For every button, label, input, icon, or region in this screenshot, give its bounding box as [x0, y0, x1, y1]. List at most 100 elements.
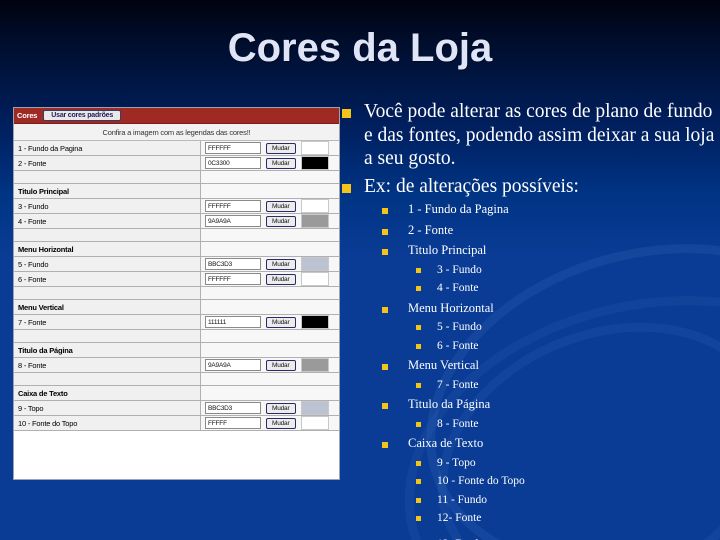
slide: Cores da Loja Cores Usar cores padrões C… — [0, 0, 720, 540]
bullet-level4-item: 7 - Fonte — [416, 377, 716, 394]
color-swatch — [301, 416, 330, 430]
bullet-text: 12- Fonte — [437, 512, 482, 524]
colors-toolbar: Cores Usar cores padrões — [14, 108, 339, 124]
row-label-cell — [14, 171, 201, 183]
row-control-cell: FFFFFF Mudar — [201, 199, 339, 213]
row-control-cell: BBC3D3 Mudar — [201, 401, 339, 415]
color-swatch — [301, 272, 330, 286]
change-color-button[interactable]: Mudar — [266, 258, 297, 270]
row-label-cell: Menu Horizontal — [14, 242, 201, 256]
colors-toolbar-label: Cores — [17, 111, 38, 120]
bullet-text: 6 - Fonte — [437, 339, 479, 352]
bullet-square-icon — [382, 403, 388, 409]
bullet-level3-item: Titulo da Página — [382, 396, 716, 414]
row-control-cell — [201, 171, 339, 183]
row-control-cell — [201, 184, 339, 198]
row-label-cell: 4 - Fonte — [14, 214, 201, 228]
bullet-square-icon — [342, 109, 351, 118]
bullet-text: 8 - Fonte — [437, 417, 479, 430]
bullet-level4-item: 8 - Fonte — [416, 416, 716, 433]
row-control-cell: 9A9A9A Mudar — [201, 358, 339, 372]
color-hex-input[interactable]: FFFFF — [205, 417, 261, 429]
bullet-text: Menu Vertical — [408, 358, 479, 372]
row-control-cell — [201, 300, 339, 314]
bullet-level4-item: 12- Fonte — [416, 510, 716, 527]
row-label-cell: 2 - Fonte — [14, 156, 201, 170]
bullet-gap — [338, 527, 716, 534]
table-section-row: Menu Horizontal — [14, 242, 339, 257]
color-hex-input[interactable]: 9A9A9A — [205, 215, 261, 227]
row-label-cell: Titulo da Página — [14, 343, 201, 357]
bullet-square-icon — [382, 208, 388, 214]
color-hex-input[interactable]: FFFFFF — [205, 142, 261, 154]
change-color-button[interactable]: Mudar — [266, 273, 297, 285]
change-color-button[interactable]: Mudar — [266, 402, 297, 414]
table-row: 3 - Fundo FFFFFF Mudar — [14, 199, 339, 214]
change-color-button[interactable]: Mudar — [266, 316, 297, 328]
change-color-button[interactable]: Mudar — [266, 215, 297, 227]
use-default-colors-button[interactable]: Usar cores padrões — [43, 110, 122, 121]
bullet-square-icon — [416, 516, 421, 521]
row-label-cell — [14, 287, 201, 299]
bullet-square-icon — [416, 343, 421, 349]
bullet-text: 13- Borda — [437, 536, 483, 540]
color-hex-input[interactable]: 111111 — [205, 316, 261, 328]
color-hex-input[interactable]: FFFFFF — [205, 200, 261, 212]
bullet-square-icon — [416, 421, 421, 427]
color-hex-input[interactable]: 9A9A9A — [205, 359, 261, 371]
row-control-cell: 0C3300 Mudar — [201, 156, 339, 170]
bullet-square-icon — [416, 497, 421, 503]
change-color-button[interactable]: Mudar — [266, 359, 297, 371]
change-color-button[interactable]: Mudar — [266, 417, 297, 429]
table-section-row: Titulo Principal — [14, 184, 339, 199]
bullet-level4-item: 3 - Fundo — [416, 262, 716, 279]
bullet-level3-item: Menu Horizontal — [382, 300, 716, 318]
row-label-cell — [14, 229, 201, 241]
table-row: 8 - Fonte 9A9A9A Mudar — [14, 358, 339, 373]
table-section-row: Menu Vertical — [14, 300, 339, 315]
change-color-button[interactable]: Mudar — [266, 200, 297, 212]
table-row-spacer — [14, 287, 339, 300]
change-color-button[interactable]: Mudar — [266, 157, 297, 169]
bullet-text: Titulo da Página — [408, 397, 491, 411]
table-row-spacer — [14, 373, 339, 386]
bullet-level3-item: Titulo Principal — [382, 242, 716, 260]
bullet-text: Titulo Principal — [408, 243, 487, 257]
color-hex-input[interactable]: 0C3300 — [205, 157, 261, 169]
table-section-row: Titulo da Página — [14, 343, 339, 358]
bullet-square-icon — [416, 479, 421, 484]
bullet-text: 4 - Fonte — [437, 282, 479, 294]
bullet-text: 9 - Topo — [437, 456, 476, 469]
color-hex-input[interactable]: BBC3D3 — [205, 402, 261, 414]
bullet-level4-item: 13- Borda — [416, 536, 716, 540]
row-label-cell: Titulo Principal — [14, 184, 201, 198]
bullet-text: 11 - Fundo — [437, 493, 488, 506]
row-control-cell: BBC3D3 Mudar — [201, 257, 339, 271]
color-hex-input[interactable]: BBC3D3 — [205, 258, 261, 270]
row-control-cell: FFFFFF Mudar — [201, 141, 339, 155]
row-label-cell — [14, 330, 201, 342]
color-swatch — [301, 315, 330, 329]
bullet-text: Caixa de Texto — [408, 436, 484, 450]
row-label-cell: 7 - Fonte — [14, 315, 201, 329]
color-swatch — [301, 401, 330, 415]
bullet-level1-text: Você pode alterar as cores de plano de f… — [364, 101, 715, 169]
bullet-level1-text: Ex: de alterações possíveis: — [364, 175, 579, 197]
bullet-square-icon — [382, 364, 388, 370]
colors-caption: Confira a imagem com as legendas das cor… — [14, 124, 339, 141]
change-color-button[interactable]: Mudar — [266, 142, 297, 154]
bullet-level3-item: Caixa de Texto — [382, 435, 716, 453]
bullet-square-icon — [382, 442, 388, 448]
bullet-square-icon — [382, 306, 388, 313]
bullet-text: 3 - Fundo — [437, 263, 482, 276]
bullet-square-icon — [416, 286, 421, 291]
bullet-square-icon — [382, 249, 388, 255]
row-control-cell: 9A9A9A Mudar — [201, 214, 339, 228]
bullet-square-icon — [342, 183, 351, 193]
bullet-square-icon — [416, 267, 421, 273]
row-control-cell — [201, 287, 339, 299]
color-hex-input[interactable]: FFFFFF — [205, 273, 261, 285]
row-label-cell: 6 - Fonte — [14, 272, 201, 286]
bullet-level3-item: 2 - Fonte — [382, 222, 716, 240]
page-title: Cores da Loja — [227, 26, 493, 70]
